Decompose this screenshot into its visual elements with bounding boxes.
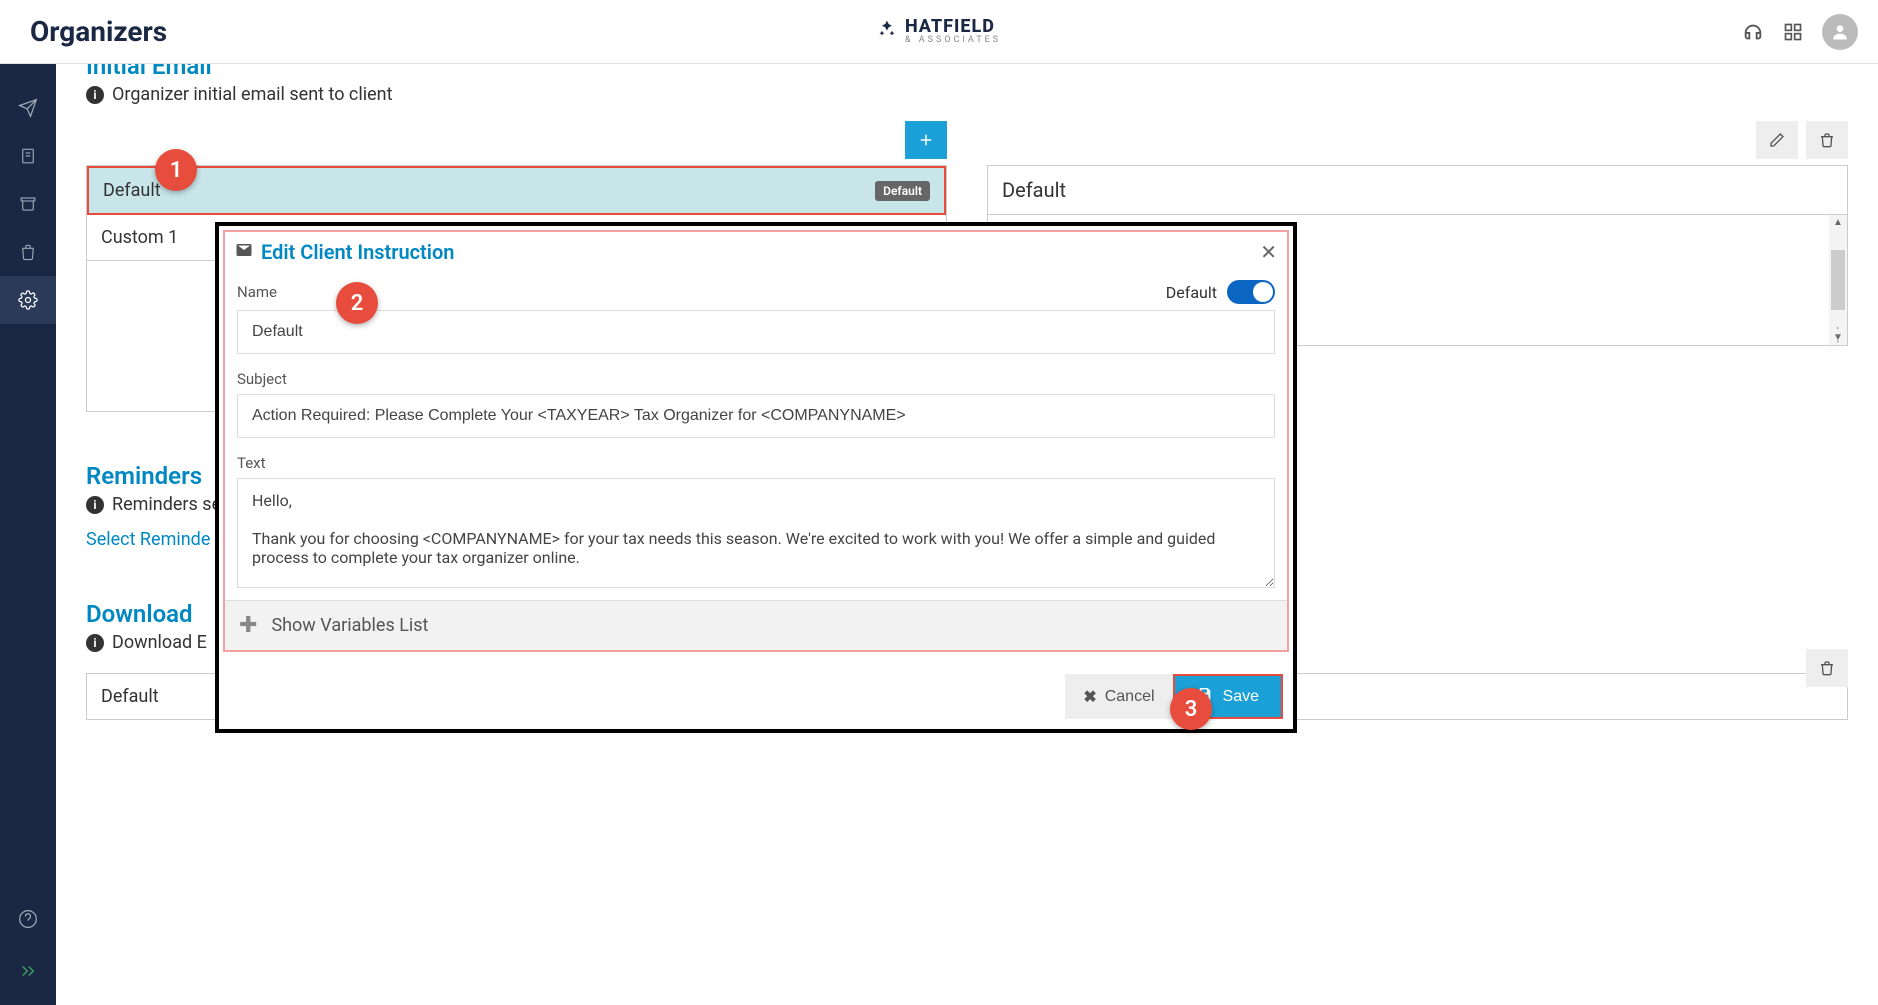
logo-icon xyxy=(877,19,897,44)
default-toggle[interactable] xyxy=(1227,280,1275,304)
scroll-thumb[interactable] xyxy=(1831,250,1845,310)
info-icon: i xyxy=(86,86,104,104)
add-template-button[interactable] xyxy=(905,121,947,159)
callout-2: 2 xyxy=(336,282,378,324)
initial-email-title: Initial Email xyxy=(86,64,1848,80)
delete-template-button[interactable] xyxy=(1806,121,1848,159)
initial-email-subtitle: i Organizer initial email sent to client xyxy=(86,84,1848,105)
apps-icon[interactable] xyxy=(1782,21,1804,43)
brand-logo: HATFIELD & ASSOCIATES xyxy=(877,18,1001,45)
envelope-icon xyxy=(235,241,253,263)
preview-title: Default xyxy=(988,166,1847,215)
modal-title: Edit Client Instruction xyxy=(261,240,454,264)
edit-template-button[interactable] xyxy=(1756,121,1798,159)
x-icon: ✖ xyxy=(1083,687,1096,707)
plus-icon: ✚ xyxy=(239,613,257,638)
sidebar-item-report[interactable] xyxy=(0,132,56,180)
default-toggle-label: Default xyxy=(1166,283,1217,302)
cancel-button[interactable]: ✖ Cancel xyxy=(1065,674,1172,719)
show-variables-toggle[interactable]: ✚ Show Variables List xyxy=(225,600,1287,650)
delete-download-button[interactable] xyxy=(1806,649,1848,687)
support-icon[interactable] xyxy=(1742,21,1764,43)
sidebar-item-help[interactable] xyxy=(0,895,56,943)
name-input[interactable] xyxy=(237,310,1275,354)
default-badge: Default xyxy=(875,181,930,201)
name-label: Name xyxy=(237,283,277,301)
sidebar-item-expand[interactable] xyxy=(0,947,56,995)
callout-3: 3 xyxy=(1170,688,1212,730)
info-icon: i xyxy=(86,634,104,652)
close-icon[interactable]: ✕ xyxy=(1260,240,1277,264)
sidebar-item-trash[interactable] xyxy=(0,228,56,276)
text-textarea[interactable] xyxy=(237,478,1275,588)
template-row-default[interactable]: Default Default xyxy=(87,166,946,215)
sidebar-item-send[interactable] xyxy=(0,84,56,132)
logo-main-text: HATFIELD xyxy=(905,18,1001,36)
sidebar-item-archive[interactable] xyxy=(0,180,56,228)
callout-1: 1 xyxy=(155,149,197,191)
sidebar-item-settings[interactable] xyxy=(0,276,56,324)
info-icon: i xyxy=(86,496,104,514)
text-label: Text xyxy=(237,454,266,472)
app-header: Organizers HATFIELD & ASSOCIATES xyxy=(0,0,1878,64)
subject-input[interactable] xyxy=(237,394,1275,438)
logo-sub-text: & ASSOCIATES xyxy=(905,36,1001,45)
user-avatar[interactable] xyxy=(1822,14,1858,50)
scroll-up-icon[interactable]: ▲ xyxy=(1833,217,1843,228)
page-title: Organizers xyxy=(30,15,167,48)
left-sidebar xyxy=(0,64,56,1005)
subject-label: Subject xyxy=(237,370,287,388)
